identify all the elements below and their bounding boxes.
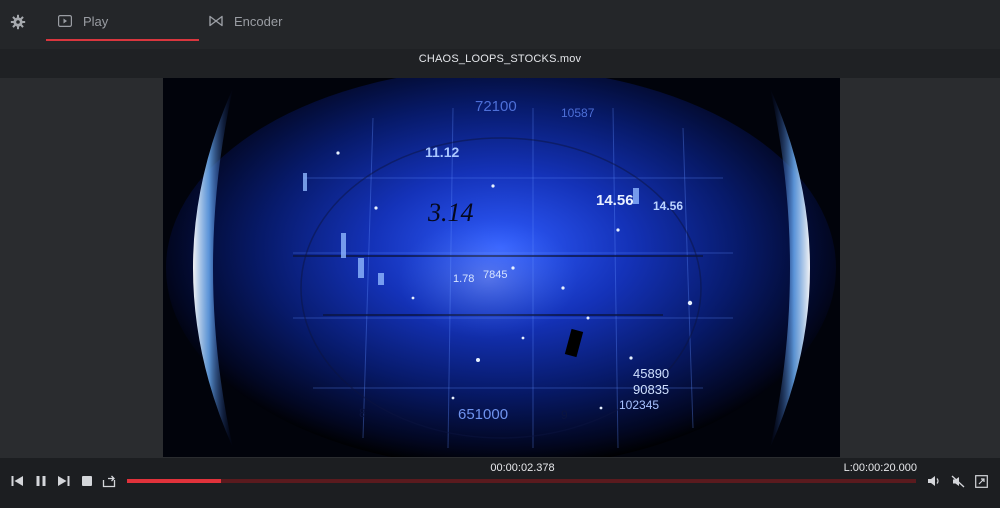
tab-encoder-label: Encoder — [234, 13, 283, 29]
video-stage: 3.14 11.12 14.56 14.56 1.78 7845 651000 … — [0, 78, 1000, 458]
file-name: CHAOS_LOOPS_STOCKS.mov — [418, 53, 582, 65]
stop-icon[interactable] — [80, 474, 94, 488]
video-frame[interactable]: 3.14 11.12 14.56 14.56 1.78 7845 651000 … — [163, 78, 840, 457]
skip-forward-icon[interactable] — [56, 474, 70, 488]
tab-encoder[interactable]: Encoder — [208, 0, 328, 42]
overlay-number: 3.14 — [428, 198, 474, 227]
overlay-number: 72100 — [475, 98, 517, 115]
volume-icon[interactable] — [927, 474, 941, 488]
overlay-number: 90835 — [633, 382, 670, 397]
play-square-icon — [57, 13, 73, 29]
total-length: L:00:00:20.000 — [843, 462, 917, 474]
overlay-number: 651000 — [458, 406, 509, 423]
overlay-number: 14.56 — [653, 199, 684, 213]
overlay-number: 14.56 — [596, 192, 634, 209]
active-tab-indicator — [46, 39, 199, 41]
player-controls: 00:00:02.378 L:00:00:20.000 — [0, 458, 1000, 508]
video-artwork — [163, 78, 840, 457]
overlay-number: 102345 — [619, 398, 660, 412]
overlay-number: 1.78 — [453, 273, 475, 285]
overlay-number: 8 — [359, 406, 366, 420]
mute-icon[interactable] — [951, 474, 965, 488]
top-bar: Play Encoder — [0, 0, 1000, 49]
loop-icon[interactable] — [102, 474, 116, 488]
bowtie-icon — [208, 13, 224, 29]
current-time: 00:00:02.378 — [490, 462, 555, 474]
progress-fill — [127, 479, 221, 483]
tab-play[interactable]: Play — [46, 0, 199, 42]
overlay-number: 45890 — [633, 366, 670, 381]
progress-bar[interactable] — [127, 479, 916, 483]
fullscreen-icon[interactable] — [974, 474, 988, 488]
tab-play-label: Play — [83, 13, 109, 29]
gear-icon[interactable] — [10, 14, 26, 30]
pause-icon[interactable] — [34, 474, 48, 488]
overlay-number: 9 — [561, 408, 568, 422]
skip-back-icon[interactable] — [10, 474, 24, 488]
overlay-number: 7845 — [483, 269, 508, 281]
overlay-number: 10587 — [561, 106, 595, 120]
overlay-number: 11.12 — [425, 144, 460, 160]
